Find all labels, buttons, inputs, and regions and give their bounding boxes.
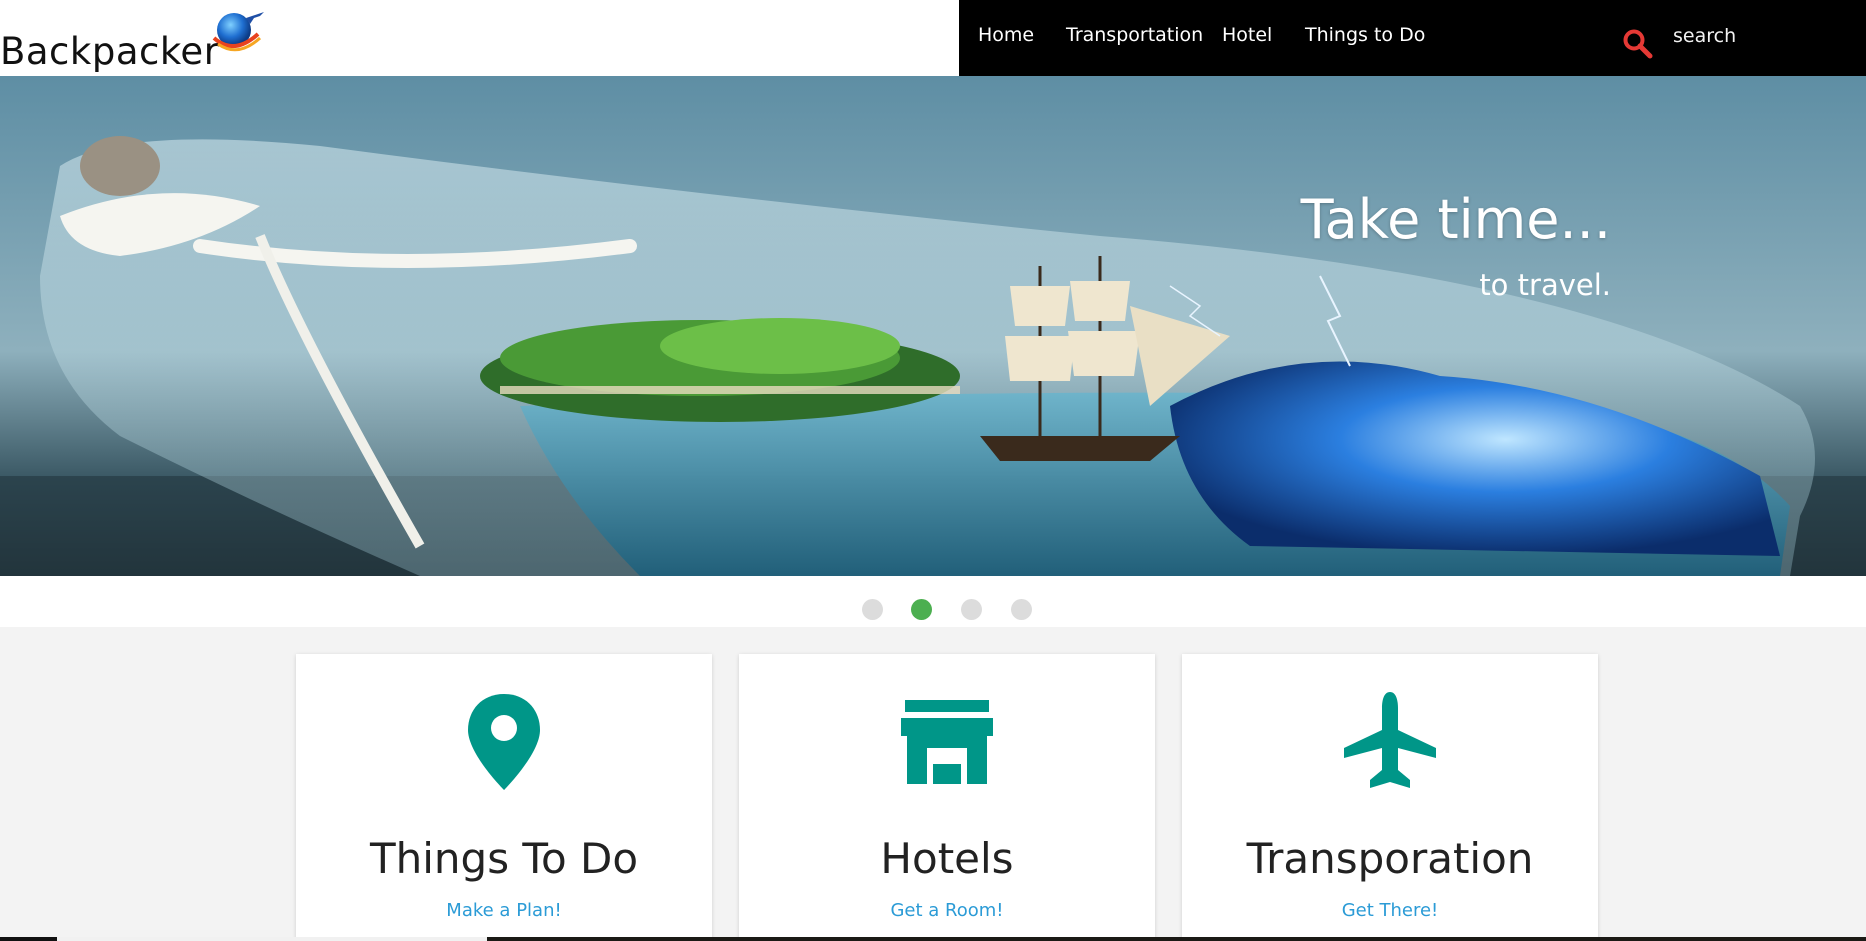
search-icon[interactable] <box>1622 28 1654 60</box>
bottom-strip <box>0 937 1866 941</box>
carousel-dot-3[interactable] <box>961 599 982 620</box>
card-title: Things To Do <box>369 834 639 883</box>
nav-hotel[interactable]: Hotel <box>1222 24 1272 46</box>
card-things-to-do: Things To Do Make a Plan! <box>296 654 712 941</box>
nav-home[interactable]: Home <box>978 24 1034 46</box>
card-hotels: Hotels Get a Room! <box>739 654 1155 941</box>
nav-things-to-do[interactable]: Things to Do <box>1305 24 1425 46</box>
nav-transportation[interactable]: Transportation <box>1066 24 1203 46</box>
card-link-get-there[interactable]: Get There! <box>1182 900 1598 921</box>
card-title: Transporation <box>1246 834 1534 883</box>
carousel-dot-2-active[interactable] <box>911 599 932 620</box>
main-nav: Home Transportation Hotel Things to Do <box>959 0 1866 76</box>
site-header: Backpacker Home Transportation Hotel Thi… <box>0 0 1866 76</box>
store-icon <box>901 700 993 784</box>
map-pin-icon <box>468 694 540 790</box>
card-link-make-plan[interactable]: Make a Plan! <box>296 900 712 921</box>
hero-image <box>0 76 1866 576</box>
hero-subtitle: to travel. <box>1479 268 1611 302</box>
brand-name[interactable]: Backpacker <box>0 30 219 73</box>
search-input[interactable] <box>1673 20 1843 52</box>
carousel-dot-4[interactable] <box>1011 599 1032 620</box>
card-link-get-room[interactable]: Get a Room! <box>739 900 1155 921</box>
carousel-indicators <box>0 576 1866 627</box>
brand-area: Backpacker <box>0 0 959 76</box>
card-transportation: Transporation Get There! <box>1182 654 1598 941</box>
hero-carousel: Take time... to travel. <box>0 76 1866 576</box>
card-title: Hotels <box>880 834 1014 883</box>
hero-title: Take time... <box>1300 188 1611 251</box>
globe-plane-icon[interactable] <box>210 8 266 58</box>
carousel-dot-1[interactable] <box>862 599 883 620</box>
airplane-icon <box>1344 692 1436 788</box>
